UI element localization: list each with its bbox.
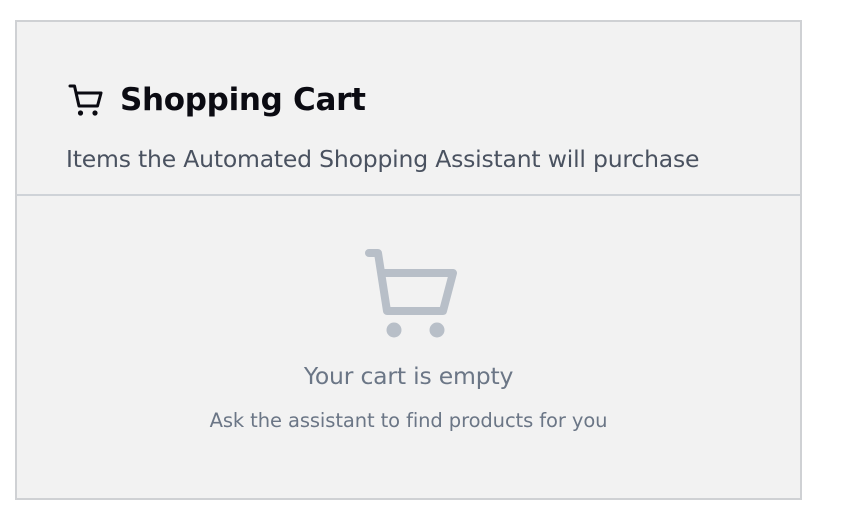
- empty-cart-icon: [365, 247, 459, 341]
- card-title-row: Shopping Cart: [66, 80, 366, 120]
- empty-cart-state: Your cart is empty Ask the assistant to …: [17, 196, 800, 498]
- shopping-cart-card: Shopping Cart Items the Automated Shoppi…: [15, 20, 802, 500]
- empty-cart-message: Your cart is empty: [303, 362, 514, 390]
- card-subtitle: Items the Automated Shopping Assistant w…: [66, 145, 700, 173]
- shopping-cart-icon: [66, 80, 106, 120]
- page-title: Shopping Cart: [120, 82, 366, 118]
- card-header: Shopping Cart Items the Automated Shoppi…: [17, 22, 800, 196]
- empty-cart-hint: Ask the assistant to find products for y…: [209, 409, 608, 432]
